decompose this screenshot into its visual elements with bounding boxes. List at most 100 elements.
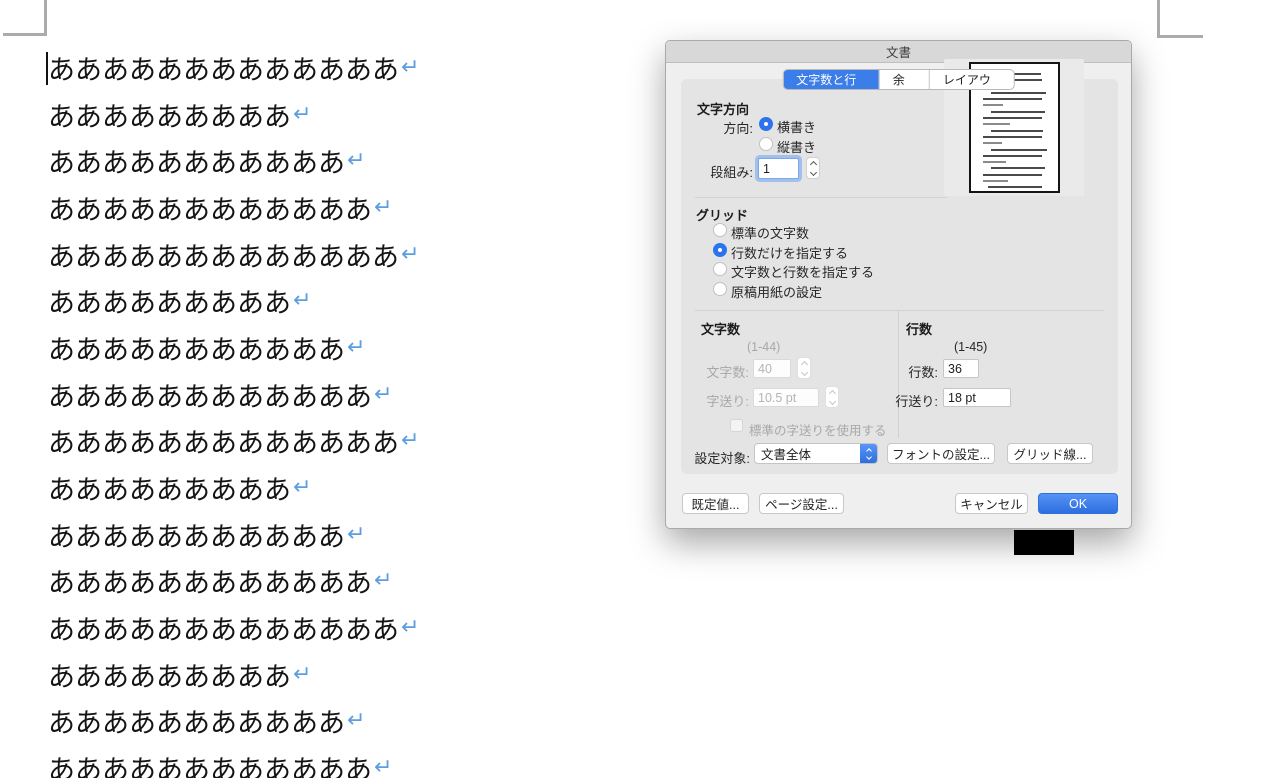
margin-crop-mark-top-right-vertical <box>1157 0 1160 38</box>
font-settings-button[interactable]: フォントの設定... <box>887 443 995 464</box>
document-line[interactable]: あああああああああああ ↵ <box>48 698 648 745</box>
document-line-text: ああああああああああああ <box>48 755 372 778</box>
preview-text-line <box>991 110 1045 113</box>
paragraph-return-icon: ↵ <box>347 708 366 734</box>
apply-to-label: 設定対象: <box>694 451 750 466</box>
document-settings-dialog: 文書 文字数と行数余白レイアウト 文字方向 方向: 段組み: 1 グリッド 文字… <box>665 40 1132 529</box>
paragraph-return-icon: ↵ <box>401 241 420 267</box>
document-line-text: あああああああああああ <box>48 521 345 553</box>
columns-stepper[interactable] <box>806 157 820 179</box>
stepper-up-icon <box>800 360 808 368</box>
document-line-text: あああああああああ <box>48 475 291 507</box>
columns-label: 段組み: <box>710 165 753 180</box>
document-line-text: ああああああああああああ <box>48 194 372 226</box>
grid-radio-lines-only[interactable] <box>713 242 727 257</box>
document-line[interactable]: ああああああああああああ ↵ <box>48 184 648 231</box>
document-line[interactable]: ああああああああああああ ↵ <box>48 744 648 778</box>
document-line[interactable]: あああああああああああ ↵ <box>48 324 648 371</box>
paragraph-return-icon: ↵ <box>401 615 420 641</box>
document-line-text: あああああああああ <box>48 288 291 320</box>
document-line-text: あああああああああああ <box>48 148 345 180</box>
document-line[interactable]: あああああああああああああ ↵ <box>48 604 648 651</box>
document-line-text: ああああああああああああ <box>48 568 372 600</box>
paragraph-return-icon: ↵ <box>401 54 420 80</box>
line-count-input[interactable]: 36 <box>943 359 979 378</box>
grid-radio-manuscript-paper[interactable] <box>713 281 727 296</box>
document-line[interactable]: あああああああああ ↵ <box>48 91 648 138</box>
line-pitch-input[interactable]: 18 pt <box>943 388 1011 407</box>
grid-radio-chars-and-lines[interactable] <box>713 262 727 276</box>
dropdown-arrows-icon <box>860 444 877 463</box>
direction-label: 方向: <box>723 121 753 136</box>
word-document-window: あああああああああああああ ↵ あああああああああ ↵ あああああああああああ ↵ ああああ… <box>0 0 1270 778</box>
document-line[interactable]: あああああああああ ↵ <box>48 277 648 324</box>
lines-range: (1-45) <box>954 340 988 354</box>
document-line-text: あああああああああああああ <box>48 428 399 460</box>
direction-radio-label-horizontal: 横書き <box>777 120 817 135</box>
document-line-text: あああああああああああ <box>48 334 345 366</box>
page-setup-button[interactable]: ページ設定... <box>759 493 844 514</box>
char-pitch-stepper <box>825 386 839 408</box>
stepper-up-icon <box>809 160 817 168</box>
document-line-text: あああああああああああ <box>48 708 345 740</box>
preview-text-line <box>991 91 1046 94</box>
text-direction-heading: 文字方向 <box>697 102 750 117</box>
apply-to-dropdown[interactable]: 文書全体 <box>754 443 878 464</box>
document-text-area[interactable]: あああああああああああああ ↵ あああああああああ ↵ あああああああああああ ↵ ああああ… <box>48 44 648 778</box>
chars-range: (1-44) <box>747 340 781 354</box>
stepper-down-icon <box>809 168 817 176</box>
section-divider-2 <box>695 310 1104 311</box>
tab-bar: 文字数と行数余白レイアウト <box>782 69 1015 90</box>
paragraph-return-icon: ↵ <box>347 334 366 360</box>
paragraph-return-icon: ↵ <box>293 101 312 127</box>
char-count-label: 文字数: <box>706 365 749 380</box>
stepper-down-icon <box>828 397 836 405</box>
tab-chars-lines[interactable]: 文字数と行数 <box>783 70 879 89</box>
document-line[interactable]: あああああああああ ↵ <box>48 464 648 511</box>
preview-text-line <box>988 186 1042 189</box>
stepper-up-icon <box>828 389 836 397</box>
preview-text-line <box>983 142 1002 145</box>
document-line[interactable]: あああああああああああああ ↵ <box>48 418 648 465</box>
margin-crop-mark-top-right-horizontal <box>1157 35 1203 38</box>
redaction-block <box>1014 530 1074 555</box>
document-line[interactable]: あああああああああああ ↵ <box>48 137 648 184</box>
preview-text-line <box>983 154 1042 157</box>
document-line-text: あああああああああ <box>48 101 291 133</box>
direction-radio-vertical[interactable] <box>759 137 773 151</box>
preview-text-line <box>983 135 1042 138</box>
document-line[interactable]: ああああああああああああ ↵ <box>48 371 648 418</box>
columns-input[interactable]: 1 <box>758 158 799 179</box>
paragraph-return-icon: ↵ <box>374 194 393 220</box>
document-line-text: あああああああああああああ <box>48 241 399 273</box>
char-pitch-label: 字送り: <box>706 394 749 409</box>
document-line[interactable]: あああああああああ ↵ <box>48 651 648 698</box>
dialog-title: 文書 <box>885 46 911 60</box>
grid-radio-label-chars-and-lines: 文字数と行数を指定する <box>731 265 875 280</box>
paragraph-return-icon: ↵ <box>374 568 393 594</box>
standard-pitch-checkbox-label: 標準の字送りを使用する <box>749 424 887 438</box>
paragraph-return-icon: ↵ <box>293 661 312 687</box>
paragraph-return-icon: ↵ <box>374 381 393 407</box>
tab-layout[interactable]: レイアウト <box>928 70 1014 89</box>
document-line-text: ああああああああああああ <box>48 381 372 413</box>
tab-margins[interactable]: 余白 <box>878 70 929 89</box>
line-count-label: 行数: <box>908 365 938 380</box>
preview-text-line <box>983 123 1010 126</box>
document-line[interactable]: あああああああああああ ↵ <box>48 511 648 558</box>
paragraph-return-icon: ↵ <box>347 521 366 547</box>
char-count-input: 40 <box>753 359 791 378</box>
gridlines-button[interactable]: グリッド線... <box>1007 443 1093 464</box>
default-button[interactable]: 既定値... <box>682 493 749 514</box>
direction-radio-horizontal[interactable] <box>759 117 773 131</box>
document-line[interactable]: ああああああああああああ ↵ <box>48 558 648 605</box>
grid-radio-standard-chars[interactable] <box>713 223 727 237</box>
ok-button[interactable]: OK <box>1038 493 1118 514</box>
line-pitch-label: 行送り: <box>895 394 938 409</box>
preview-text-line <box>991 148 1048 151</box>
grid-radio-label-manuscript-paper: 原稿用紙の設定 <box>731 284 823 300</box>
margin-crop-mark-top-left-vertical <box>44 0 47 36</box>
document-line[interactable]: あああああああああああああ ↵ <box>48 44 648 91</box>
document-line[interactable]: あああああああああああああ ↵ <box>48 231 648 278</box>
cancel-button[interactable]: キャンセル <box>955 493 1028 514</box>
